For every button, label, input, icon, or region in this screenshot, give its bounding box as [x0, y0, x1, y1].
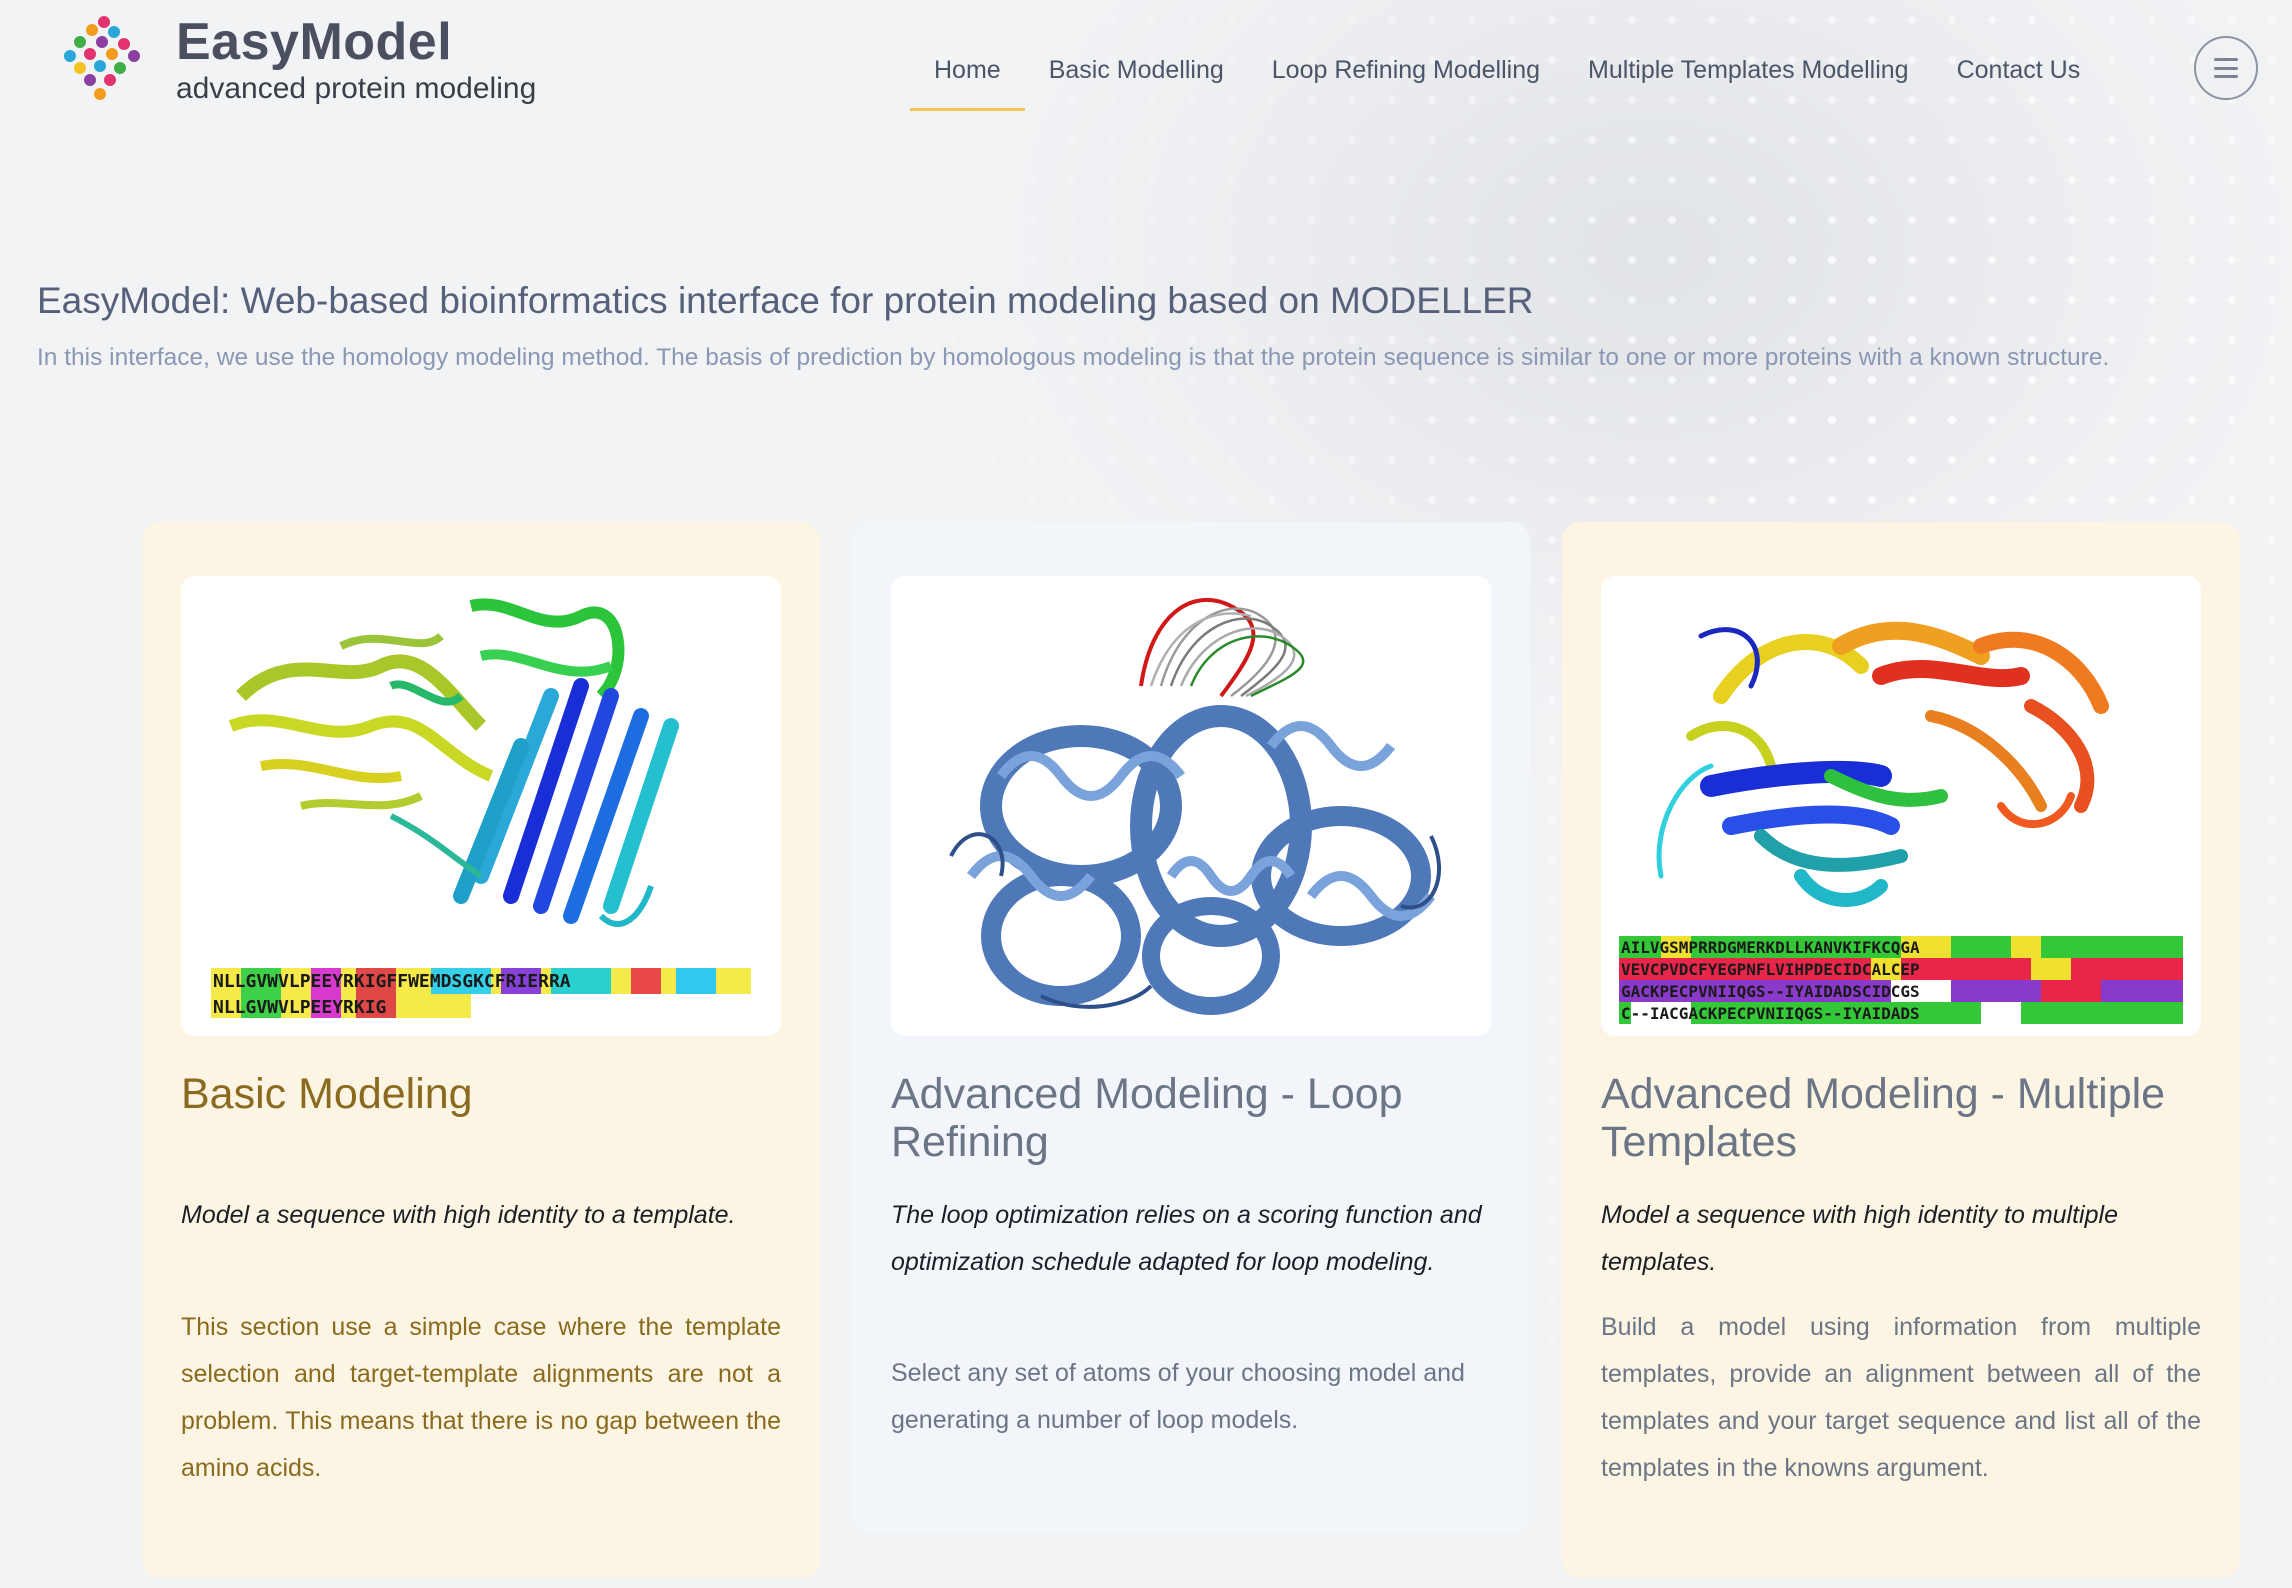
card-body: Build a model using information from mul… — [1601, 1313, 2201, 1482]
sequence-row-1: NLLGVWVLPEEYRKIGFFWEMDSGKCFRIERRA — [213, 971, 571, 992]
nav-contact-us[interactable]: Contact Us — [1933, 44, 2105, 111]
logo-molecule-icon — [56, 12, 152, 108]
card-lead: Model a sequence with high identity to m… — [1601, 1201, 2118, 1276]
card-title[interactable]: Advanced Modeling - Multiple Templates — [1601, 1070, 2201, 1166]
main-nav: Home Basic Modelling Loop Refining Model… — [910, 44, 2104, 111]
alignment-row-1: AILVGSMPRRDGMERKDLLKANVKIFKCQGA — [1621, 938, 1920, 957]
card-lead: Model a sequence with high identity to a… — [181, 1201, 736, 1229]
nav-loop-refining-modelling[interactable]: Loop Refining Modelling — [1248, 44, 1564, 111]
card-lead: The loop optimization relies on a scorin… — [891, 1201, 1482, 1276]
alignment-row-4: C--IACGACKPECPVNIIQGS--IYAIDADS — [1621, 1004, 1920, 1023]
page-description: In this interface, we use the homology m… — [37, 344, 2110, 371]
card-body: This section use a simple case where the… — [181, 1313, 781, 1482]
page-title: EasyModel: Web-based bioinformatics inte… — [37, 280, 1534, 321]
protein-structure-image: AILVGSMPRRDGMERKDLLKANVKIFKCQGA VEVCPVDC… — [1601, 576, 2201, 1036]
nav-multiple-templates-modelling[interactable]: Multiple Templates Modelling — [1564, 44, 1933, 111]
alignment-row-2: VEVCPVDCFYEGPNFLVIHPDECIDCALCEP — [1621, 960, 1920, 979]
site-logo[interactable]: EasyModel advanced protein modeling — [56, 12, 536, 108]
brand-name: EasyModel — [176, 13, 453, 71]
nav-home[interactable]: Home — [910, 44, 1025, 111]
menu-toggle-button[interactable] — [2194, 36, 2258, 100]
brand-tagline: advanced protein modeling — [176, 72, 537, 105]
card-title[interactable]: Advanced Modeling - Loop Refining — [891, 1070, 1491, 1166]
card-loop-refining[interactable]: Advanced Modeling - Loop Refining The lo… — [852, 522, 1530, 1532]
card-basic-modeling[interactable]: NLLGVWVLPEEYRKIGFFWEMDSGKCFRIERRA NLLGVW… — [142, 522, 820, 1578]
alignment-row-3: GACKPECPVNIIQGS--IYAIDADSCIDCGS — [1621, 982, 1920, 1001]
hamburger-icon — [2214, 58, 2238, 78]
card-multiple-templates[interactable]: AILVGSMPRRDGMERKDLLKANVKIFKCQGA VEVCPVDC… — [1562, 522, 2240, 1578]
card-body: Select any set of atoms of your choosing… — [891, 1359, 1465, 1434]
protein-structure-image: NLLGVWVLPEEYRKIGFFWEMDSGKCFRIERRA NLLGVW… — [181, 576, 781, 1036]
protein-structure-image — [891, 576, 1491, 1036]
card-title[interactable]: Basic Modeling — [181, 1070, 781, 1118]
nav-basic-modelling[interactable]: Basic Modelling — [1025, 44, 1248, 111]
sequence-row-2: NLLGVWVLPEEYRKIG — [213, 997, 386, 1018]
